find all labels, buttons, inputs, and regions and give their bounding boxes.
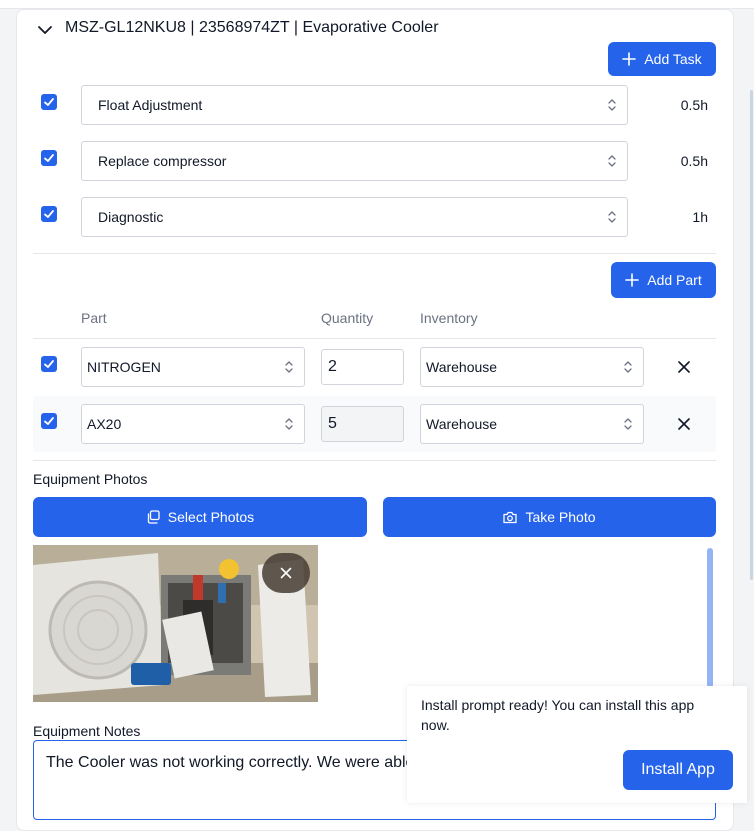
task-checkbox[interactable] xyxy=(41,150,57,166)
column-header-part: Part xyxy=(81,310,107,326)
install-app-label: Install App xyxy=(641,761,715,778)
inventory-select-value: Warehouse xyxy=(426,359,498,375)
top-edge xyxy=(0,0,754,9)
equipment-notes-label: Equipment Notes xyxy=(33,723,141,739)
add-task-button[interactable]: Add Task xyxy=(608,42,716,76)
part-checkbox[interactable] xyxy=(41,356,57,372)
quantity-input[interactable]: 5 xyxy=(321,406,404,442)
content-scrollbar[interactable] xyxy=(707,548,713,688)
chevron-up-down-icon xyxy=(285,361,293,373)
install-app-button[interactable]: Install App xyxy=(623,750,733,790)
chevron-up-down-icon xyxy=(608,155,616,167)
chevron-up-down-icon xyxy=(608,211,616,223)
equipment-notes-value: The Cooler was not working correctly. We… xyxy=(46,754,466,771)
task-hours: 1h xyxy=(692,209,708,225)
inventory-select-value: Warehouse xyxy=(426,416,498,432)
column-header-inventory: Inventory xyxy=(420,310,478,326)
page-scrollbar[interactable] xyxy=(750,90,753,580)
equipment-title[interactable]: MSZ-GL12NKU8 | 23568974ZT | Evaporative … xyxy=(65,19,439,37)
part-checkbox[interactable] xyxy=(41,413,57,429)
task-checkbox[interactable] xyxy=(41,206,57,222)
task-hours: 0.5h xyxy=(680,153,708,169)
part-select[interactable]: AX20 xyxy=(81,404,305,444)
take-photo-label: Take Photo xyxy=(525,509,596,525)
select-photos-label: Select Photos xyxy=(167,509,255,525)
inventory-select[interactable]: Warehouse xyxy=(420,347,644,387)
plus-icon xyxy=(625,273,640,287)
task-select-value: Float Adjustment xyxy=(98,97,203,113)
chevron-up-down-icon xyxy=(624,361,632,373)
chevron-up-down-icon xyxy=(285,418,293,430)
quantity-value: 5 xyxy=(328,415,337,432)
add-task-label: Add Task xyxy=(644,51,702,67)
check-icon xyxy=(44,417,54,425)
chevron-up-down-icon xyxy=(608,99,616,111)
check-icon xyxy=(44,360,54,368)
part-select-value: AX20 xyxy=(87,416,122,432)
section-divider xyxy=(33,253,716,254)
remove-part-icon[interactable] xyxy=(678,361,690,373)
close-icon xyxy=(280,567,292,579)
task-select-value: Diagnostic xyxy=(98,209,164,225)
task-select[interactable]: Diagnostic xyxy=(81,197,628,237)
select-photos-button[interactable]: Select Photos xyxy=(33,497,367,537)
column-header-quantity: Quantity xyxy=(321,310,374,326)
install-prompt-message: Install prompt ready! You can install th… xyxy=(421,697,695,733)
quantity-value: 2 xyxy=(328,358,337,375)
check-icon xyxy=(44,210,54,218)
part-select[interactable]: NITROGEN xyxy=(81,347,305,387)
chevron-up-down-icon xyxy=(624,418,632,430)
install-prompt-toast: Install prompt ready! You can install th… xyxy=(407,686,747,803)
check-icon xyxy=(44,98,54,106)
section-divider xyxy=(33,460,716,461)
remove-photo-button[interactable] xyxy=(262,553,310,593)
equipment-photos-label: Equipment Photos xyxy=(33,471,148,487)
add-part-label: Add Part xyxy=(647,272,702,288)
task-select[interactable]: Replace compressor xyxy=(81,141,628,181)
task-select-value: Replace compressor xyxy=(98,153,227,169)
chevron-down-icon[interactable] xyxy=(37,22,53,38)
plus-icon xyxy=(622,52,637,66)
copy-icon xyxy=(147,510,160,524)
camera-icon xyxy=(503,511,518,524)
task-checkbox[interactable] xyxy=(41,94,57,110)
quantity-input[interactable]: 2 xyxy=(321,349,404,385)
remove-part-icon[interactable] xyxy=(678,418,690,430)
add-part-button[interactable]: Add Part xyxy=(611,262,716,298)
take-photo-button[interactable]: Take Photo xyxy=(383,497,716,537)
inventory-select[interactable]: Warehouse xyxy=(420,404,644,444)
check-icon xyxy=(44,154,54,162)
task-select[interactable]: Float Adjustment xyxy=(81,85,628,125)
part-select-value: NITROGEN xyxy=(87,359,161,375)
task-hours: 0.5h xyxy=(680,97,708,113)
